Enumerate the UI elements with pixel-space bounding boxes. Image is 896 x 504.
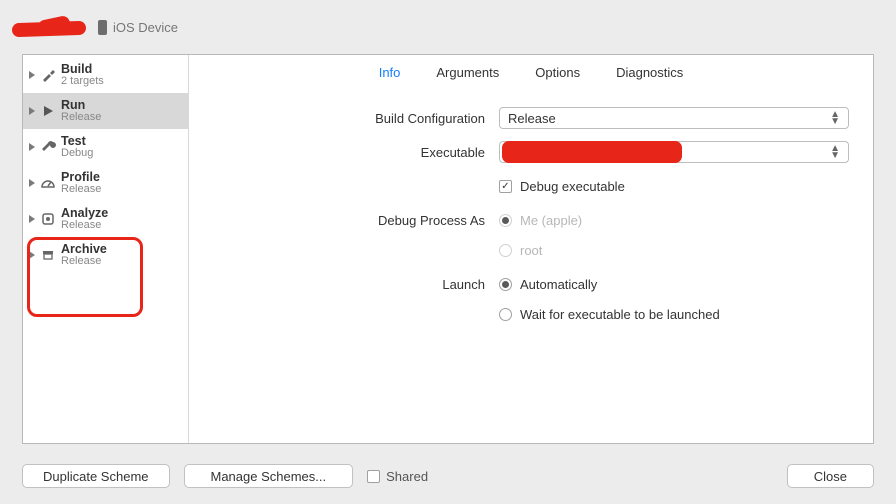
tab-diagnostics[interactable]: Diagnostics bbox=[616, 65, 683, 80]
disclosure-triangle-icon[interactable] bbox=[29, 179, 35, 187]
sidebar-item-subtitle: Release bbox=[61, 184, 101, 196]
launch-wait-radio[interactable] bbox=[499, 308, 512, 321]
debug-as-me-label: Me (apple) bbox=[520, 213, 582, 228]
shared-label: Shared bbox=[386, 469, 428, 484]
shared-toggle[interactable]: Shared bbox=[367, 469, 428, 484]
scheme-editor-panel: Build 2 targets Run Release Test Debug bbox=[22, 54, 874, 444]
sidebar-item-title: Test bbox=[61, 135, 93, 148]
duplicate-scheme-button[interactable]: Duplicate Scheme bbox=[22, 464, 170, 488]
sidebar-item-test[interactable]: Test Debug bbox=[23, 129, 188, 165]
scheme-sidebar: Build 2 targets Run Release Test Debug bbox=[23, 55, 189, 443]
build-config-value: Release bbox=[508, 111, 556, 126]
disclosure-triangle-icon[interactable] bbox=[29, 251, 35, 259]
tab-bar: Info Arguments Options Diagnostics bbox=[189, 55, 873, 90]
sidebar-item-title: Run bbox=[61, 99, 101, 112]
sidebar-item-profile[interactable]: Profile Release bbox=[23, 165, 188, 201]
sidebar-item-run[interactable]: Run Release bbox=[23, 93, 188, 129]
tab-arguments[interactable]: Arguments bbox=[436, 65, 499, 80]
sidebar-item-build[interactable]: Build 2 targets bbox=[23, 57, 188, 93]
debug-as-root-radio bbox=[499, 244, 512, 257]
disclosure-triangle-icon[interactable] bbox=[29, 71, 35, 79]
sidebar-item-title: Build bbox=[61, 63, 104, 76]
updown-icon: ▲▼ bbox=[830, 111, 840, 125]
launch-auto-label: Automatically bbox=[520, 277, 597, 292]
sidebar-item-analyze[interactable]: Analyze Release bbox=[23, 201, 188, 237]
sidebar-item-archive[interactable]: Archive Release bbox=[23, 237, 188, 273]
updown-icon: ▲▼ bbox=[830, 145, 840, 159]
debug-as-root-label: root bbox=[520, 243, 542, 258]
debug-executable-label: Debug executable bbox=[520, 179, 625, 194]
info-form: Build Configuration Release ▲▼ Executabl… bbox=[189, 90, 873, 328]
scheme-content: Info Arguments Options Diagnostics Build… bbox=[189, 55, 873, 443]
debug-as-label: Debug Process As bbox=[189, 213, 499, 228]
launch-label: Launch bbox=[189, 277, 499, 292]
sidebar-item-subtitle: Debug bbox=[61, 148, 93, 160]
sidebar-item-subtitle: Release bbox=[61, 112, 101, 124]
sidebar-item-subtitle: 2 targets bbox=[61, 76, 104, 88]
analyze-icon bbox=[38, 209, 58, 229]
hammer-icon bbox=[38, 65, 58, 85]
disclosure-triangle-icon[interactable] bbox=[29, 107, 35, 115]
build-config-select[interactable]: Release ▲▼ bbox=[499, 107, 849, 129]
gauge-icon bbox=[38, 173, 58, 193]
play-icon bbox=[38, 101, 58, 121]
debug-executable-checkbox[interactable] bbox=[499, 180, 512, 193]
wrench-icon bbox=[38, 137, 58, 157]
sidebar-item-title: Analyze bbox=[61, 207, 108, 220]
toolbar: iOS Device bbox=[0, 0, 896, 40]
sidebar-item-subtitle: Release bbox=[61, 220, 108, 232]
launch-auto-radio[interactable] bbox=[499, 278, 512, 291]
redaction bbox=[502, 141, 682, 163]
shared-checkbox[interactable] bbox=[367, 470, 380, 483]
launch-wait-label: Wait for executable to be launched bbox=[520, 307, 720, 322]
executable-label: Executable bbox=[189, 145, 499, 160]
device-label: iOS Device bbox=[113, 20, 178, 35]
sidebar-item-title: Archive bbox=[61, 243, 107, 256]
archive-icon bbox=[38, 245, 58, 265]
disclosure-triangle-icon[interactable] bbox=[29, 215, 35, 223]
executable-select[interactable]: ▲▼ bbox=[499, 141, 849, 163]
debug-as-me-radio bbox=[499, 214, 512, 227]
close-button[interactable]: Close bbox=[787, 464, 874, 488]
disclosure-triangle-icon[interactable] bbox=[29, 143, 35, 151]
tab-info[interactable]: Info bbox=[379, 65, 401, 80]
sidebar-item-subtitle: Release bbox=[61, 256, 107, 268]
sidebar-item-title: Profile bbox=[61, 171, 101, 184]
phone-icon bbox=[98, 20, 107, 35]
footer-bar: Duplicate Scheme Manage Schemes... Share… bbox=[22, 464, 874, 488]
manage-schemes-button[interactable]: Manage Schemes... bbox=[184, 464, 354, 488]
destination-picker[interactable]: iOS Device bbox=[98, 20, 178, 35]
build-config-label: Build Configuration bbox=[189, 111, 499, 126]
tab-options[interactable]: Options bbox=[535, 65, 580, 80]
